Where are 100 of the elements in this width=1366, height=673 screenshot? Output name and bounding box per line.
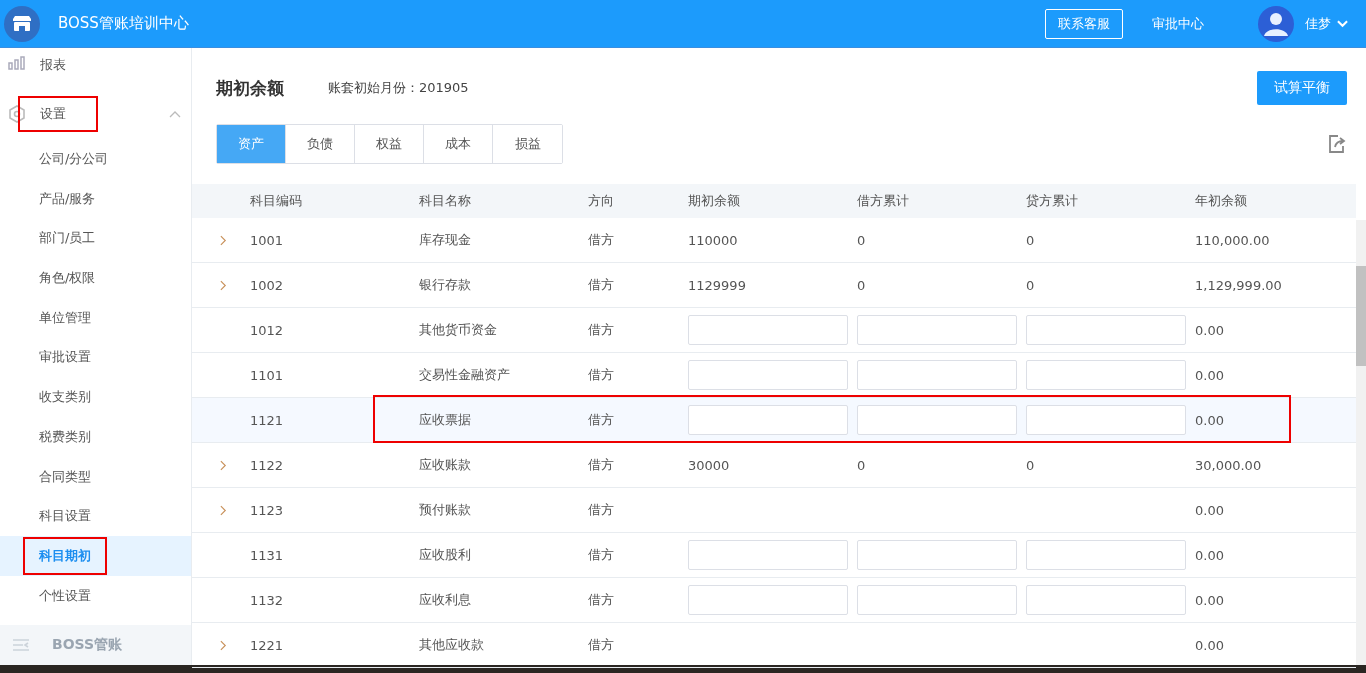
amount-input[interactable] <box>857 540 1017 570</box>
sidebar-item[interactable]: 合同类型 <box>0 456 191 497</box>
menu-label: 科目设置 <box>39 507 91 526</box>
table-cell-text: 银行存款 <box>418 276 472 294</box>
highlighted-menu-label: 设置 <box>20 97 96 130</box>
amount-input[interactable] <box>688 540 848 570</box>
menu-label: 个性设置 <box>39 586 91 605</box>
column-header: 科目名称 <box>418 192 472 210</box>
expand-chevron-icon[interactable] <box>220 639 227 651</box>
column-header: 期初余额 <box>687 192 741 210</box>
table-cell-text: 借方 <box>587 231 615 249</box>
table-cell-text: 其他应收款 <box>418 636 485 654</box>
table-cell-text: 1001 <box>249 232 285 248</box>
table-cell: 0 <box>857 232 866 248</box>
store-logo-icon <box>4 5 40 42</box>
amount-input[interactable] <box>688 405 848 435</box>
table-cell-text: 借方 <box>587 456 615 474</box>
menu-label: 收支类别 <box>39 388 91 407</box>
export-icon[interactable] <box>1327 134 1347 154</box>
chevron-down-icon[interactable] <box>1337 19 1348 28</box>
table-cell-text: 0.00 <box>1194 412 1225 428</box>
table-cell-text: 借方 <box>587 591 615 609</box>
table-cell-text: 借方 <box>587 366 615 384</box>
table-cell-text: 借方 <box>587 546 615 564</box>
table-cell-text: 预付账款 <box>418 501 472 519</box>
sidebar-section[interactable]: 报表 <box>0 48 191 88</box>
sidebar-item[interactable]: 产品/服务 <box>0 178 191 219</box>
table-cell-text: 1,129,999.00 <box>1194 277 1283 293</box>
amount-input[interactable] <box>688 360 848 390</box>
sidebar-item[interactable]: 审批设置 <box>0 337 191 378</box>
collapse-menu-icon[interactable] <box>12 638 30 653</box>
expand-chevron-icon[interactable] <box>220 279 227 291</box>
table-cell-text: 1123 <box>249 502 285 518</box>
table-cell-text: 借方 <box>587 276 615 294</box>
sidebar-item[interactable]: 个性设置 <box>0 575 191 616</box>
table-cell: 0 <box>857 457 866 473</box>
expand-chevron-icon[interactable] <box>220 459 227 471</box>
sidebar-item[interactable]: 收支类别 <box>0 377 191 417</box>
amount-input[interactable] <box>857 405 1017 435</box>
table-cell-text: 0.00 <box>1194 367 1225 383</box>
sidebar-item[interactable]: 部门/员工 <box>0 218 191 259</box>
column-header: 借方累计 <box>856 192 910 210</box>
table-cell-text: 1101 <box>249 367 285 383</box>
table-cell-text: 1221 <box>249 637 285 653</box>
table-cell: 30000 <box>688 457 730 473</box>
footer-label: BOSS管账 <box>52 636 123 655</box>
amount-input[interactable] <box>1026 360 1186 390</box>
menu-label: 合同类型 <box>39 467 91 486</box>
menu-label: 产品/服务 <box>39 189 96 208</box>
menu-label: 审批设置 <box>39 348 91 367</box>
amount-input[interactable] <box>1026 405 1186 435</box>
amount-input[interactable] <box>1026 540 1186 570</box>
amount-input[interactable] <box>1026 585 1186 615</box>
sidebar-item[interactable]: 角色/权限 <box>0 258 191 298</box>
table-cell-text: 借方 <box>587 321 615 339</box>
amount-input[interactable] <box>688 315 848 345</box>
sidebar-section[interactable]: 设置 <box>0 87 191 140</box>
start-month-label: 账套初始月份：201905 <box>328 79 469 97</box>
table-cell-text: 1012 <box>249 322 285 338</box>
sidebar-item[interactable]: 单位管理 <box>0 298 191 338</box>
table-cell-text: 0.00 <box>1194 502 1225 518</box>
menu-label: 报表 <box>40 56 67 74</box>
table-cell-text: 应收股利 <box>418 546 472 564</box>
table-cell-text: 交易性金融资产 <box>418 366 511 384</box>
chevron-up-icon <box>169 109 181 118</box>
table-cell-text: 其他货币资金 <box>418 321 498 339</box>
table-cell-text: 1121 <box>249 412 285 428</box>
table-cell-text: 30,000.00 <box>1194 457 1263 473</box>
table-cell-text: 1132 <box>249 592 285 608</box>
amount-input[interactable] <box>857 315 1017 345</box>
amount-input[interactable] <box>857 360 1017 390</box>
table-cell-text: 应收利息 <box>418 591 472 609</box>
expand-chevron-icon[interactable] <box>220 504 227 516</box>
menu-label: 角色/权限 <box>39 269 96 288</box>
column-header: 年初余额 <box>1194 192 1248 210</box>
table-cell-text: 借方 <box>587 636 615 654</box>
menu-label: 单位管理 <box>39 308 91 327</box>
amount-input[interactable] <box>857 585 1017 615</box>
sidebar-item[interactable]: 公司/分公司 <box>0 139 191 179</box>
sidebar-item[interactable]: 科目设置 <box>0 496 191 536</box>
menu-label: 税费类别 <box>39 427 91 446</box>
amount-input[interactable] <box>688 585 848 615</box>
table-cell-text: 0.00 <box>1194 322 1225 338</box>
table-cell-text: 110,000.00 <box>1194 232 1271 248</box>
expand-chevron-icon[interactable] <box>220 234 227 246</box>
table-cell-text: 0.00 <box>1194 637 1225 653</box>
menu-label: 公司/分公司 <box>39 150 109 169</box>
app-title: BOSS管账培训中心 <box>58 14 189 33</box>
column-header: 科目编码 <box>249 192 303 210</box>
table-cell-text: 0.00 <box>1194 592 1225 608</box>
table-cell-text: 应收票据 <box>418 411 472 429</box>
sidebar-item[interactable]: 税费类别 <box>0 417 191 457</box>
table-cell: 0 <box>1026 277 1035 293</box>
menu-label: 部门/员工 <box>39 229 96 248</box>
amount-input[interactable] <box>1026 315 1186 345</box>
table-cell-text: 1002 <box>249 277 285 293</box>
table-cell-text: 1122 <box>249 457 285 473</box>
page-title: 期初余额 <box>216 76 284 100</box>
table-cell: 1129999 <box>688 277 746 293</box>
avatar-icon[interactable] <box>1258 5 1294 42</box>
